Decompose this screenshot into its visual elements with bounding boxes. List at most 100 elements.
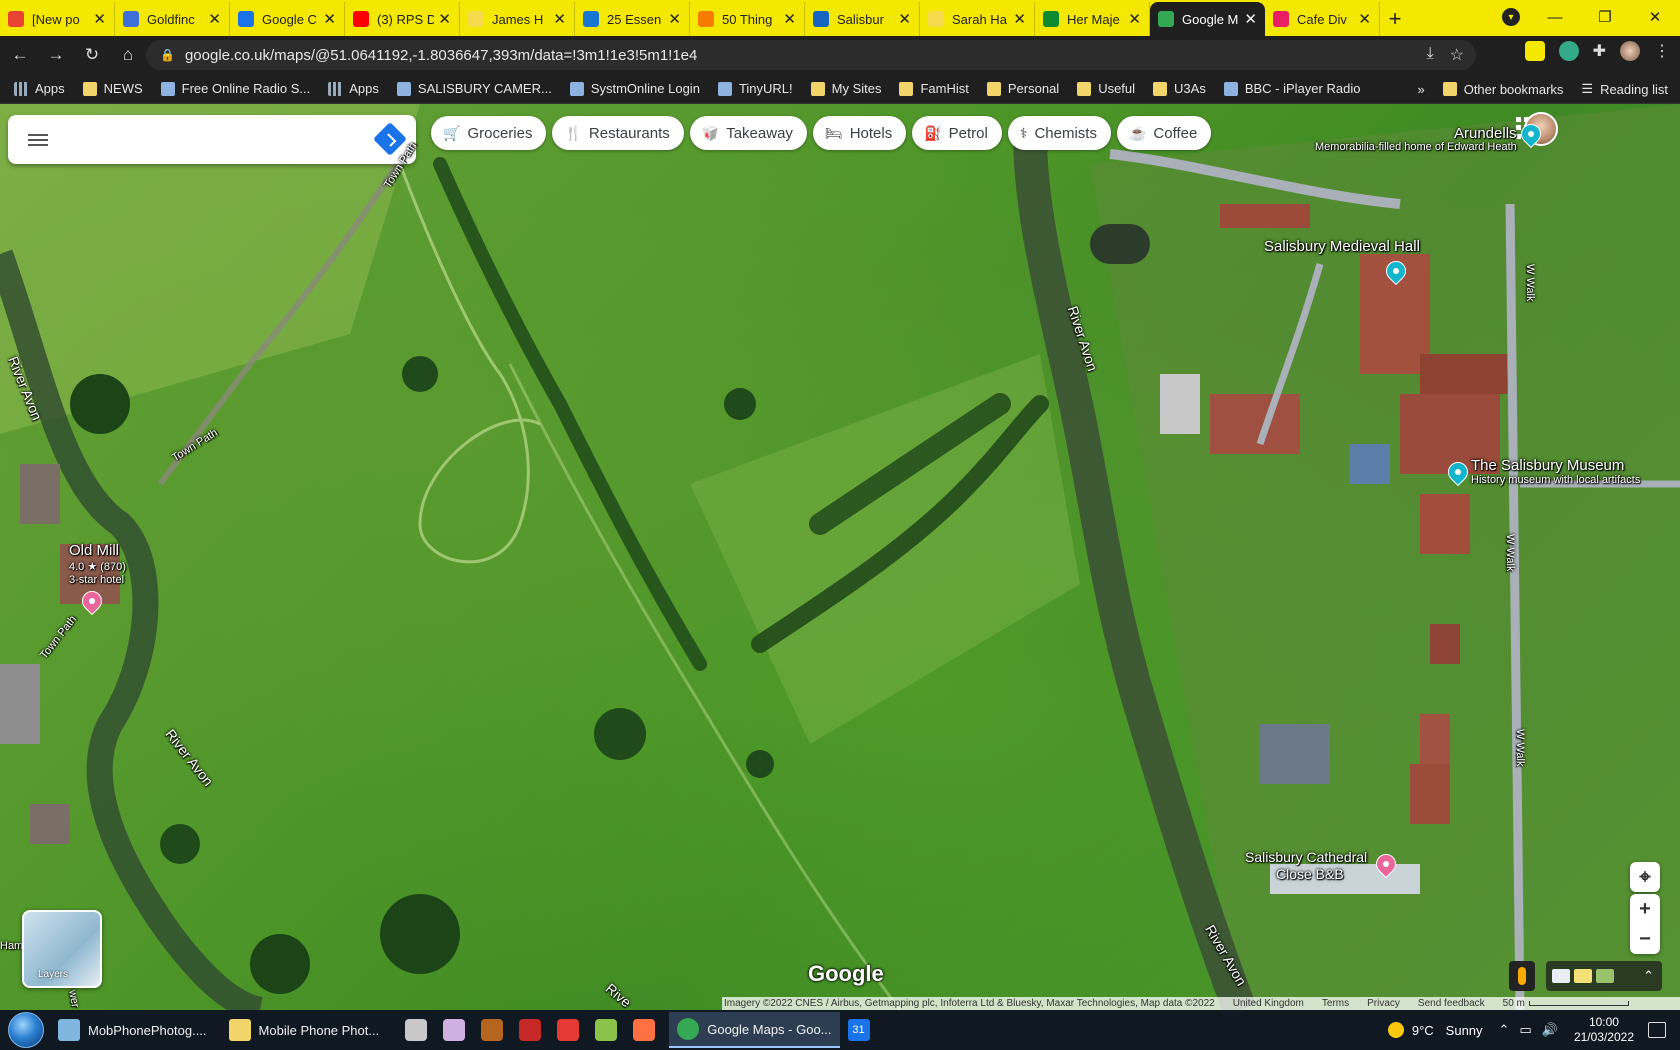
imagery-thumbnails[interactable]: ⌃ <box>1546 961 1662 991</box>
map-search-input[interactable] <box>68 131 368 148</box>
bookmark-item[interactable]: Useful <box>1077 81 1135 96</box>
tab-close-icon[interactable]: ✕ <box>1244 10 1257 28</box>
tray-chevron-icon[interactable]: ⌃ <box>1499 1022 1510 1038</box>
browser-tab[interactable]: Her Maje ✕ <box>1035 2 1150 36</box>
bookmark-item[interactable]: BBC - iPlayer Radio <box>1223 81 1360 96</box>
place-medieval-hall-name[interactable]: Salisbury Medieval Hall <box>1264 238 1420 255</box>
privacy-link[interactable]: Privacy <box>1367 998 1400 1009</box>
taskbar-calendar[interactable]: 31 <box>840 1012 878 1048</box>
layers-toggle[interactable]: Layers <box>22 910 102 988</box>
bookmark-item[interactable]: SALISBURY CAMER... <box>396 81 552 96</box>
volume-icon[interactable]: 🔊 <box>1542 1022 1558 1038</box>
region-link[interactable]: United Kingdom <box>1233 998 1304 1009</box>
scale-label[interactable]: 50 m <box>1503 998 1525 1009</box>
chip-hotels[interactable]: 🛏 Hotels <box>812 116 907 150</box>
tab-close-icon[interactable]: ✕ <box>438 10 451 28</box>
place-museum-name[interactable]: The Salisbury Museum <box>1471 457 1624 474</box>
start-button[interactable] <box>8 1012 44 1048</box>
taskbar-picasa-icon[interactable] <box>587 1012 625 1048</box>
taskbar-chrome-google-maps[interactable]: Google Maps - Goo... <box>669 1012 840 1048</box>
extension-yellow-icon[interactable] <box>1524 41 1545 61</box>
tab-close-icon[interactable]: ✕ <box>323 10 336 28</box>
tab-close-icon[interactable]: ✕ <box>668 10 681 28</box>
browser-tab[interactable]: Goldfinc ✕ <box>115 2 230 36</box>
bookmark-item[interactable]: My Sites <box>810 81 881 96</box>
address-bar[interactable]: 🔒 google.co.uk/maps/@51.0641192,-1.80366… <box>146 40 1476 70</box>
taskbar-red-diamond-icon[interactable] <box>511 1012 549 1048</box>
taskbar-paint-icon[interactable] <box>435 1012 473 1048</box>
browser-tab[interactable]: 25 Essen ✕ <box>575 2 690 36</box>
tab-close-icon[interactable]: ✕ <box>783 10 796 28</box>
back-icon[interactable]: ← <box>4 39 36 71</box>
reload-icon[interactable]: ↻ <box>76 39 108 71</box>
network-icon[interactable]: ▭ <box>1519 1022 1531 1038</box>
chip-takeaway[interactable]: 🥡 Takeaway <box>689 116 807 150</box>
browser-tab[interactable]: Google M ✕ <box>1150 2 1265 36</box>
place-arundells-name[interactable]: Arundells <box>1454 125 1517 142</box>
taskbar-opera-icon[interactable] <box>549 1012 587 1048</box>
chip-groceries[interactable]: 🛒 Groceries <box>431 116 547 150</box>
place-old-mill-name[interactable]: Old Mill <box>69 542 119 559</box>
browser-tab[interactable]: James H ✕ <box>460 2 575 36</box>
menu-kebab-icon[interactable]: ⋮ <box>1654 41 1670 61</box>
browser-tab[interactable]: (3) RPS D ✕ <box>345 2 460 36</box>
bookmark-item[interactable]: TinyURL! <box>717 81 793 96</box>
bookmark-item[interactable]: Apps <box>328 81 379 96</box>
lock-icon[interactable]: 🔒 <box>160 48 175 62</box>
thumbnail-traffic[interactable] <box>1574 969 1592 983</box>
chip-restaurants[interactable]: 🍴 Restaurants <box>552 116 684 150</box>
minimize-button[interactable]: — <box>1530 9 1580 26</box>
thumbnail-terrain[interactable] <box>1596 969 1614 983</box>
puzzle-icon[interactable]: ✚ <box>1593 41 1606 61</box>
clock[interactable]: 10:00 21/03/2022 <box>1574 1015 1634 1045</box>
restore-button[interactable]: ❐ <box>1580 8 1630 26</box>
new-tab-button[interactable]: + <box>1380 2 1410 36</box>
tab-close-icon[interactable]: ✕ <box>93 10 106 28</box>
reading-list[interactable]: ☰ Reading list <box>1581 81 1668 97</box>
forward-icon[interactable]: → <box>40 39 72 71</box>
browser-tab[interactable]: [New po ✕ <box>0 2 115 36</box>
bookmark-item[interactable]: SystmOnline Login <box>569 81 700 96</box>
bookmark-item[interactable]: NEWS <box>82 81 143 96</box>
bookmark-star-icon[interactable]: ☆ <box>1450 45 1464 65</box>
browser-tab[interactable]: Google C ✕ <box>230 2 345 36</box>
tab-close-icon[interactable]: ✕ <box>208 10 221 28</box>
install-icon[interactable]: ⤓ <box>1427 45 1434 65</box>
chip-coffee[interactable]: ☕ Coffee <box>1116 116 1212 150</box>
taskbar-bridge-icon[interactable] <box>473 1012 511 1048</box>
home-icon[interactable]: ⌂ <box>112 39 144 71</box>
tab-search-icon[interactable]: ▾ <box>1502 8 1520 26</box>
terms-link[interactable]: Terms <box>1322 998 1349 1009</box>
place-bnb-name-line2[interactable]: Close B&B <box>1276 866 1344 882</box>
tab-close-icon[interactable]: ✕ <box>1358 10 1371 28</box>
taskbar-item[interactable]: MobPhonePhotog.... <box>50 1012 215 1048</box>
browser-tab[interactable]: Sarah Ha ✕ <box>920 2 1035 36</box>
browser-tab[interactable]: 50 Thing ✕ <box>690 2 805 36</box>
tab-close-icon[interactable]: ✕ <box>553 10 566 28</box>
tab-close-icon[interactable]: ✕ <box>1013 10 1026 28</box>
zoom-in-button[interactable]: + <box>1630 894 1660 924</box>
close-window-button[interactable]: ✕ <box>1630 8 1680 26</box>
profile-avatar[interactable] <box>1620 41 1640 61</box>
tab-close-icon[interactable]: ✕ <box>898 10 911 28</box>
send-feedback-link[interactable]: Send feedback <box>1418 998 1485 1009</box>
pegman-street-view-icon[interactable] <box>1509 961 1535 991</box>
map-canvas[interactable]: 🛒 Groceries 🍴 Restaurants 🥡 Takeaway 🛏 Hotels ⛽ P… <box>0 104 1680 1010</box>
bookmark-item[interactable]: Personal <box>986 81 1059 96</box>
bookmark-item[interactable]: FamHist <box>899 81 969 96</box>
chip-chemists[interactable]: ⚕ Chemists <box>1007 116 1111 150</box>
map-search-box[interactable] <box>8 115 416 164</box>
browser-tab[interactable]: Salisbur ✕ <box>805 2 920 36</box>
hamburger-menu-icon[interactable] <box>8 115 68 164</box>
browser-tab[interactable]: Cafe Div ✕ <box>1265 2 1380 36</box>
weather-temp[interactable]: 9°C <box>1412 1023 1434 1038</box>
taskbar-item[interactable]: Mobile Phone Phot... <box>221 1012 388 1048</box>
place-bnb-name-line1[interactable]: Salisbury Cathedral <box>1245 849 1367 865</box>
extension-globe-icon[interactable] <box>1558 41 1579 61</box>
other-bookmarks[interactable]: Other bookmarks <box>1442 82 1563 97</box>
tab-close-icon[interactable]: ✕ <box>1128 10 1141 28</box>
thumbnail-map[interactable] <box>1552 969 1570 983</box>
bookmark-item[interactable]: Free Online Radio S... <box>160 81 310 96</box>
expand-chevron-icon[interactable]: ⌃ <box>1643 968 1654 984</box>
bookmark-item[interactable]: Apps <box>14 81 65 96</box>
